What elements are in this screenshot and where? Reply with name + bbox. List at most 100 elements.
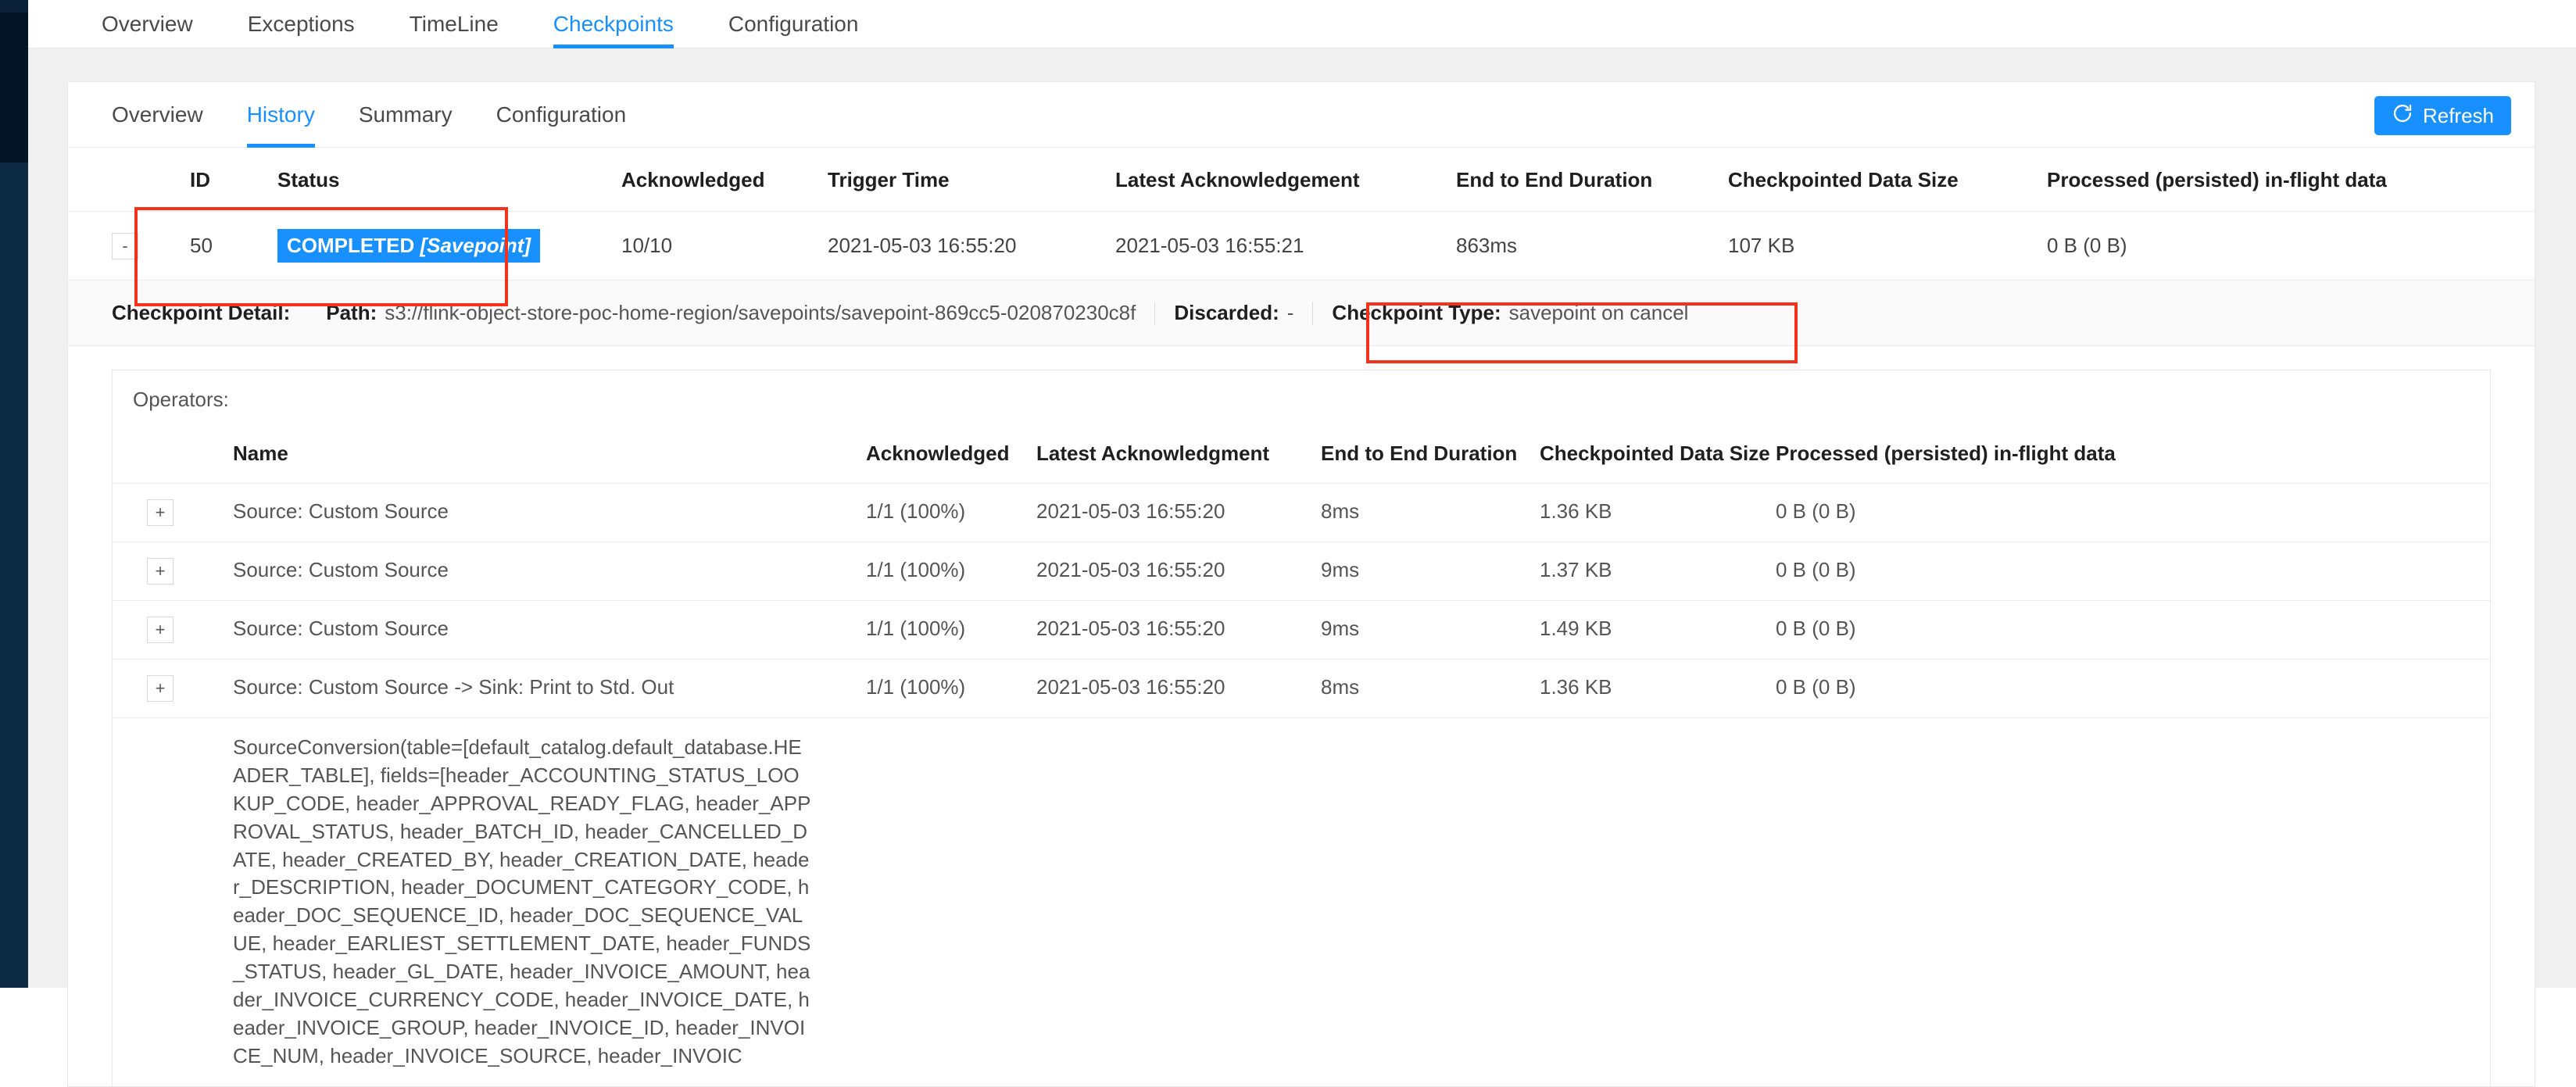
header-expander (68, 148, 190, 212)
table-row[interactable]: + Source: Custom Source 1/1 (100%) 2021-… (113, 483, 2490, 542)
header-latest-acknowledgement[interactable]: Latest Acknowledgement (1115, 148, 1456, 212)
op-header-in-flight-data[interactable]: Processed (persisted) in-flight data (1776, 429, 2490, 484)
op-cell-end-to-end-duration (1321, 718, 1540, 1086)
tab-exceptions-label: Exceptions (247, 12, 355, 36)
checkpoint-discarded-label: Discarded: (1174, 301, 1279, 324)
op-cell-in-flight-data: 0 B (0 B) (1776, 600, 2490, 660)
tab-overview[interactable]: Overview (102, 0, 193, 48)
rail-segment-active (0, 13, 28, 163)
cell-checkpointed-data-size: 107 KB (1728, 211, 2047, 281)
op-header-latest-acknowledgment[interactable]: Latest Acknowledgment (1036, 429, 1321, 484)
subtab-configuration[interactable]: Configuration (496, 82, 627, 148)
table-row[interactable]: + Source: Custom Source -> Sink: Print t… (113, 659, 2490, 718)
op-cell-latest-acknowledgment: 2021-05-03 16:55:20 (1036, 659, 1321, 718)
rail-segment-top (0, 0, 28, 13)
checkpoint-table-header-row: ID Status Acknowledged Trigger Time Late… (68, 148, 2535, 212)
checkpoint-discarded-value: - (1286, 301, 1294, 324)
op-cell-checkpointed-data-size: 1.36 KB (1540, 483, 1776, 542)
op-header-name[interactable]: Name (233, 429, 866, 484)
cell-id: 50 (190, 211, 277, 281)
checkpoint-type-label: Checkpoint Type: (1332, 301, 1501, 324)
cell-status: COMPLETED [Savepoint] (277, 211, 621, 281)
table-row[interactable]: + Source: Custom Source 1/1 (100%) 2021-… (113, 600, 2490, 660)
subtab-summary-label: Summary (358, 102, 453, 127)
header-status[interactable]: Status (277, 148, 621, 212)
table-row[interactable]: - 50 COMPLETED [Savepoint] 10/10 2021-05… (68, 211, 2535, 281)
tab-overview-label: Overview (102, 12, 193, 36)
operators-table-head: Name Acknowledged Latest Acknowledgment … (113, 429, 2490, 484)
op-cell-name: Source: Custom Source -> Sink: Print to … (233, 659, 866, 718)
cell-acknowledged: 10/10 (621, 211, 828, 281)
tab-timeline[interactable]: TimeLine (410, 0, 499, 48)
header-checkpointed-data-size[interactable]: Checkpointed Data Size (1728, 148, 2047, 212)
op-cell-end-to-end-duration: 8ms (1321, 483, 1540, 542)
subtab-configuration-label: Configuration (496, 102, 627, 127)
page-content-area: Overview History Summary Configuration R… (28, 48, 2576, 1087)
expand-toggle-icon[interactable]: + (147, 499, 174, 526)
cell-trigger-time: 2021-05-03 16:55:20 (828, 211, 1115, 281)
checkpoint-history-table: ID Status Acknowledged Trigger Time Late… (68, 148, 2535, 281)
op-cell-in-flight-data: 0 B (0 B) (1776, 659, 2490, 718)
op-cell-latest-acknowledgment (1036, 718, 1321, 1086)
checkpoint-table-body: - 50 COMPLETED [Savepoint] 10/10 2021-05… (68, 211, 2535, 281)
table-row[interactable]: SourceConversion(table=[default_catalog.… (113, 718, 2490, 1086)
tab-exceptions[interactable]: Exceptions (248, 0, 355, 48)
op-cell-end-to-end-duration: 9ms (1321, 542, 1540, 601)
op-cell-end-to-end-duration: 9ms (1321, 600, 1540, 660)
op-cell-acknowledged: 1/1 (100%) (866, 600, 1036, 660)
op-cell-acknowledged: 1/1 (100%) (866, 659, 1036, 718)
op-cell-latest-acknowledgment: 2021-05-03 16:55:20 (1036, 600, 1321, 660)
op-cell-name: Source: Custom Source (233, 542, 866, 601)
status-badge-tag: [Savepoint] (420, 234, 531, 257)
op-cell-name-long: SourceConversion(table=[default_catalog.… (233, 718, 866, 1086)
op-cell-checkpointed-data-size (1540, 718, 1776, 1086)
operators-panel: Operators: Name Acknowledged Latest Ackn… (112, 370, 2491, 1086)
tab-checkpoints-label: Checkpoints (553, 12, 674, 36)
checkpoint-path-value: s3://flink-object-store-poc-home-region/… (385, 301, 1136, 324)
header-end-to-end-duration[interactable]: End to End Duration (1456, 148, 1728, 212)
table-row[interactable]: + Source: Custom Source 1/1 (100%) 2021-… (113, 542, 2490, 601)
top-navigation-bar: Overview Exceptions TimeLine Checkpoints… (28, 0, 2576, 48)
op-cell-acknowledged: 1/1 (100%) (866, 483, 1036, 542)
op-cell-in-flight-data: 0 B (0 B) (1776, 483, 2490, 542)
refresh-button[interactable]: Refresh (2374, 96, 2511, 135)
cell-latest-acknowledgement: 2021-05-03 16:55:21 (1115, 211, 1456, 281)
op-cell-checkpointed-data-size: 1.36 KB (1540, 659, 1776, 718)
header-id[interactable]: ID (190, 148, 277, 212)
checkpoint-table-head: ID Status Acknowledged Trigger Time Late… (68, 148, 2535, 212)
expand-toggle-icon[interactable]: + (147, 558, 174, 585)
subtab-history-label: History (246, 102, 315, 127)
tab-configuration-label: Configuration (728, 12, 859, 36)
op-cell-latest-acknowledgment: 2021-05-03 16:55:20 (1036, 483, 1321, 542)
header-trigger-time[interactable]: Trigger Time (828, 148, 1115, 212)
expand-toggle-icon[interactable]: + (147, 675, 174, 702)
operators-title: Operators: (133, 388, 229, 411)
op-header-end-to-end-duration[interactable]: End to End Duration (1321, 429, 1540, 484)
row-expander-cell: - (68, 211, 190, 281)
subtab-history[interactable]: History (246, 82, 315, 148)
op-source-conversion-text: SourceConversion(table=[default_catalog.… (233, 735, 811, 1067)
expand-toggle-icon[interactable]: + (147, 617, 174, 643)
status-badge: COMPLETED [Savepoint] (277, 229, 541, 263)
subtab-summary[interactable]: Summary (359, 82, 453, 148)
checkpoints-subtab-bar: Overview History Summary Configuration R… (68, 82, 2535, 148)
op-cell-checkpointed-data-size: 1.49 KB (1540, 600, 1776, 660)
op-cell-end-to-end-duration: 8ms (1321, 659, 1540, 718)
op-expander-cell: + (113, 600, 233, 660)
checkpoint-path-group: Path: s3://flink-object-store-poc-home-r… (326, 301, 1136, 325)
op-expander-cell (113, 718, 233, 1086)
op-expander-cell: + (113, 659, 233, 718)
header-acknowledged[interactable]: Acknowledged (621, 148, 828, 212)
op-header-checkpointed-data-size[interactable]: Checkpointed Data Size (1540, 429, 1776, 484)
tab-configuration[interactable]: Configuration (728, 0, 859, 48)
op-expander-cell: + (113, 542, 233, 601)
subtab-overview[interactable]: Overview (112, 82, 203, 148)
tab-checkpoints[interactable]: Checkpoints (553, 0, 674, 48)
left-sidebar-rail (0, 0, 28, 988)
checkpoint-type-value: savepoint on cancel (1508, 301, 1689, 324)
collapse-toggle-icon[interactable]: - (112, 232, 138, 259)
op-header-acknowledged[interactable]: Acknowledged (866, 429, 1036, 484)
checkpoints-card: Overview History Summary Configuration R… (67, 81, 2535, 1087)
op-cell-in-flight-data (1776, 718, 2490, 1086)
header-in-flight-data[interactable]: Processed (persisted) in-flight data (2047, 148, 2535, 212)
